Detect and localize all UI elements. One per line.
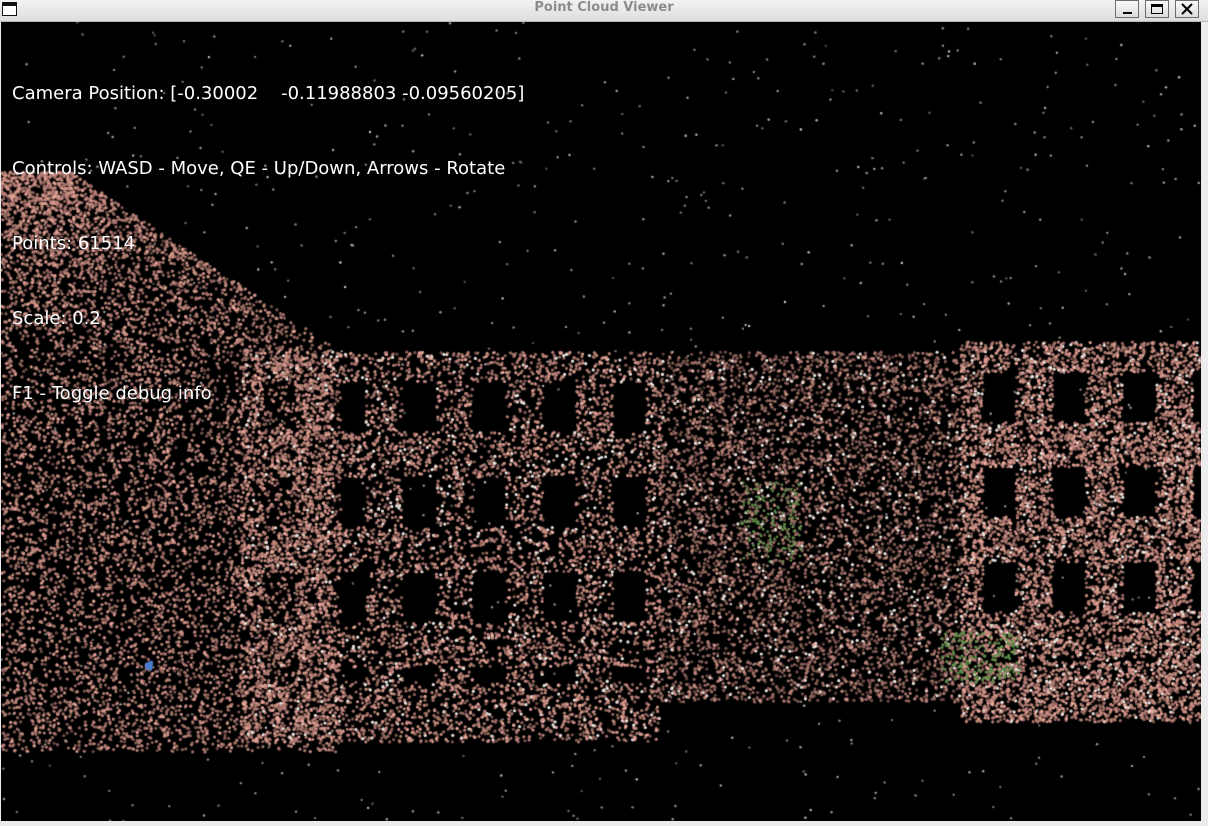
window-frame-bottom: [0, 821, 1208, 826]
maximize-icon: [1151, 4, 1163, 14]
window-title: Point Cloud Viewer: [534, 0, 674, 15]
minimize-button[interactable]: [1115, 0, 1139, 18]
title-bar[interactable]: Point Cloud Viewer: [0, 0, 1208, 22]
minimize-icon: [1123, 12, 1132, 14]
hud-overlay: Camera Position: [-0.30002 -0.11988803 -…: [12, 31, 524, 456]
maximize-button[interactable]: [1145, 0, 1169, 18]
points-count-text: Points: 61514: [12, 233, 136, 254]
window-frame-right: [1201, 22, 1208, 826]
point-cloud-viewer-window: Point Cloud Viewer Camera Position: [-0.…: [0, 0, 1208, 826]
controls-help-text: Controls: WASD - Move, QE - Up/Down, Arr…: [12, 158, 506, 179]
debug-toggle-hint: F1 - Toggle debug info: [12, 383, 212, 404]
close-button[interactable]: [1175, 0, 1199, 18]
point-cloud-viewport[interactable]: Camera Position: [-0.30002 -0.11988803 -…: [1, 22, 1201, 821]
scale-text: Scale: 0.2: [12, 308, 101, 329]
camera-position-text: Camera Position: [-0.30002 -0.11988803 -…: [12, 83, 525, 104]
close-icon: [1181, 3, 1193, 15]
